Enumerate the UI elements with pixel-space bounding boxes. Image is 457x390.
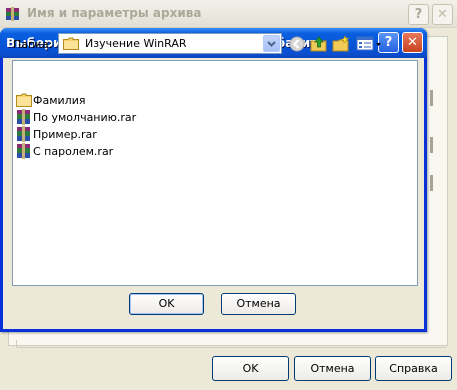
archive-params-title: Имя и параметры архива bbox=[27, 6, 202, 20]
list-item-rar[interactable]: С паролем.rar bbox=[16, 143, 113, 159]
file-name: По умолчанию.rar bbox=[33, 110, 137, 124]
new-folder-icon[interactable] bbox=[332, 35, 350, 53]
bg-help-caption-button[interactable]: ? bbox=[408, 4, 429, 25]
file-name: С паролем.rar bbox=[33, 144, 114, 158]
list-item-rar[interactable]: По умолчанию.rar bbox=[16, 109, 136, 125]
current-folder-name: Изучение WinRAR bbox=[85, 37, 187, 50]
look-in-label: Папка: bbox=[13, 38, 53, 51]
chevron-down-icon bbox=[267, 41, 276, 47]
dialog-cancel-button[interactable]: Отмена bbox=[221, 293, 296, 315]
file-name: Пример.rar bbox=[33, 127, 97, 141]
file-name: Фамилия bbox=[33, 93, 86, 107]
bg-ok-button[interactable]: OK bbox=[212, 356, 289, 381]
bg-cancel-button[interactable]: Отмена bbox=[294, 356, 371, 381]
bg-control-edge bbox=[430, 137, 433, 153]
winrar-icon bbox=[6, 7, 19, 21]
bg-help-button[interactable]: Справка bbox=[375, 356, 452, 381]
archive-params-titlebar: Имя и параметры архива ? ✕ bbox=[0, 0, 457, 28]
bg-close-caption-button[interactable]: ✕ bbox=[432, 4, 453, 25]
back-icon[interactable] bbox=[288, 35, 306, 53]
rar-archive-icon bbox=[17, 126, 30, 142]
list-item-rar[interactable]: Пример.rar bbox=[16, 126, 97, 142]
up-folder-icon[interactable] bbox=[310, 35, 328, 53]
view-menu-icon[interactable] bbox=[356, 35, 382, 53]
folder-icon bbox=[16, 93, 32, 107]
list-item-folder[interactable]: Фамилия bbox=[16, 92, 85, 108]
rar-archive-icon bbox=[17, 109, 30, 125]
look-in-combobox[interactable]: Изучение WinRAR bbox=[58, 33, 282, 54]
file-list[interactable]: Фамилия По умолчанию.rar Пример.rar С па… bbox=[12, 60, 418, 286]
dialog-close-button[interactable]: ✕ bbox=[402, 32, 423, 53]
bg-control-edge bbox=[430, 175, 433, 191]
dialog-ok-button[interactable]: OK bbox=[129, 293, 204, 315]
archive-params-frame bbox=[16, 340, 446, 348]
folder-icon bbox=[63, 37, 79, 50]
combobox-dropdown-button[interactable] bbox=[263, 35, 280, 52]
bg-control-edge bbox=[430, 90, 433, 106]
rar-archive-icon bbox=[17, 143, 30, 159]
